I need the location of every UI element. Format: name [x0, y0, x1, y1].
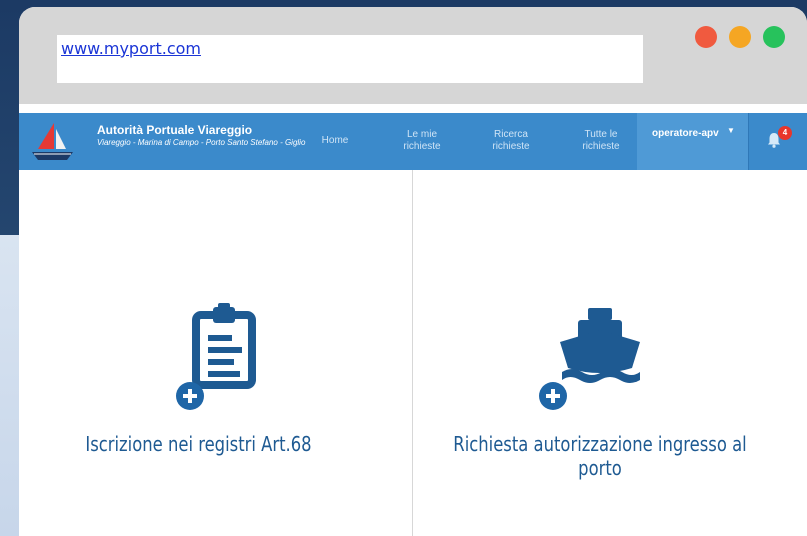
clipboard-icon: [192, 303, 256, 389]
card-richiesta-ingresso[interactable]: Richiesta autorizzazione ingresso al por…: [413, 170, 807, 536]
nav-le-mie-richieste[interactable]: Le mie richieste: [397, 129, 447, 153]
plus-circle-icon: [539, 382, 567, 410]
card-iscrizione-registri[interactable]: Iscrizione nei registri Art.68: [19, 170, 412, 536]
url-link[interactable]: www.myport.com: [61, 37, 231, 61]
address-bar[interactable]: www.myport.com: [57, 35, 643, 83]
caret-down-icon: ▼: [727, 126, 735, 135]
navbar-separator: [748, 113, 749, 170]
browser-chrome: www.myport.com: [19, 7, 807, 104]
nav-tutte-le-richieste[interactable]: Tutte le richieste: [575, 129, 627, 153]
nav-home[interactable]: Home: [317, 135, 353, 147]
brand-title: Autorità Portuale Viareggio: [97, 123, 253, 137]
card-label: Iscrizione nei registri Art.68: [85, 432, 312, 456]
ship-icon: [560, 308, 640, 383]
card-label: Richiesta autorizzazione ingresso al por…: [453, 432, 747, 480]
notification-badge: 4: [778, 126, 792, 140]
main-content: Iscrizione nei registri Art.68 Richiesta…: [19, 170, 807, 536]
close-window-button[interactable]: [695, 26, 717, 48]
plus-circle-icon: [176, 382, 204, 410]
user-menu[interactable]: operatore-apv ▼: [637, 113, 748, 170]
sailboat-logo-icon[interactable]: [30, 119, 75, 163]
browser-window: www.myport.com Autorità Portuale Viaregg…: [19, 7, 807, 536]
brand-subtitle: Viareggio - Marina di Campo - Porto Sant…: [97, 138, 306, 147]
nav-ricerca-richieste[interactable]: Ricerca richieste: [484, 129, 538, 153]
app-navbar: Autorità Portuale Viareggio Viareggio - …: [19, 113, 807, 170]
maximize-window-button[interactable]: [763, 26, 785, 48]
user-name: operatore-apv: [652, 128, 719, 139]
minimize-window-button[interactable]: [729, 26, 751, 48]
